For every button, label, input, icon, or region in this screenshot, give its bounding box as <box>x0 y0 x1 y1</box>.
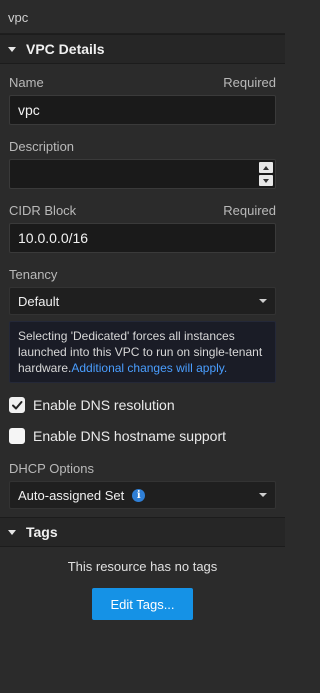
tenancy-notice: Selecting 'Dedicated' forces all instanc… <box>9 321 276 383</box>
caret-down-icon <box>8 46 16 52</box>
tenancy-field-group: Tenancy Default <box>0 264 285 315</box>
section-header-vpc-details[interactable]: VPC Details <box>0 34 285 64</box>
description-field-group: Description <box>0 136 285 189</box>
name-input-value: vpc <box>18 102 40 118</box>
cidr-field-group: CIDR Block Required 10.0.0.0/16 <box>0 200 285 253</box>
description-scroll-stepper[interactable] <box>259 162 273 186</box>
dhcp-select[interactable]: Auto-assigned Set i <box>9 481 276 509</box>
dns-resolution-checkbox[interactable] <box>9 397 25 413</box>
section-header-tags[interactable]: Tags <box>0 517 285 547</box>
caret-down-icon <box>8 529 16 535</box>
name-label: Name <box>9 75 44 90</box>
scroll-down-button[interactable] <box>259 175 273 186</box>
dns-resolution-row[interactable]: Enable DNS resolution <box>0 395 285 415</box>
dns-resolution-label: Enable DNS resolution <box>33 397 175 413</box>
arrow-up-icon <box>263 165 269 170</box>
edit-tags-button[interactable]: Edit Tags... <box>92 588 193 620</box>
info-icon[interactable]: i <box>132 488 146 502</box>
name-input[interactable]: vpc <box>9 95 276 125</box>
tags-empty-message: This resource has no tags <box>67 559 218 574</box>
dhcp-label: DHCP Options <box>9 461 95 476</box>
checkmark-icon <box>12 401 23 410</box>
dns-hostname-row[interactable]: Enable DNS hostname support <box>0 426 285 446</box>
chevron-down-icon <box>259 493 267 497</box>
section-title: VPC Details <box>26 41 105 57</box>
tenancy-select[interactable]: Default <box>9 287 276 315</box>
vpc-properties-panel: vpc VPC Details Name Required vpc Descri… <box>0 0 285 693</box>
dhcp-field-group: DHCP Options Auto-assigned Set i <box>0 458 285 509</box>
name-required-label: Required <box>223 75 276 90</box>
dhcp-selected-value: Auto-assigned Set <box>18 487 125 503</box>
tenancy-label: Tenancy <box>9 267 58 282</box>
panel-title: vpc <box>0 0 285 34</box>
chevron-down-icon <box>259 299 267 303</box>
description-label: Description <box>9 139 75 154</box>
additional-changes-link[interactable]: Additional changes will apply. <box>71 361 227 375</box>
arrow-down-icon <box>263 178 269 183</box>
cidr-input[interactable]: 10.0.0.0/16 <box>9 223 276 253</box>
tags-section-title: Tags <box>26 524 58 540</box>
dns-hostname-label: Enable DNS hostname support <box>33 428 226 444</box>
cidr-required-label: Required <box>223 203 276 218</box>
description-textarea[interactable] <box>9 159 276 189</box>
cidr-label: CIDR Block <box>9 203 77 218</box>
scroll-up-button[interactable] <box>259 162 273 173</box>
name-field-group: Name Required vpc <box>0 72 285 125</box>
cidr-input-value: 10.0.0.0/16 <box>18 230 89 246</box>
tenancy-selected-value: Default <box>18 293 60 309</box>
dns-hostname-checkbox[interactable] <box>9 428 25 444</box>
